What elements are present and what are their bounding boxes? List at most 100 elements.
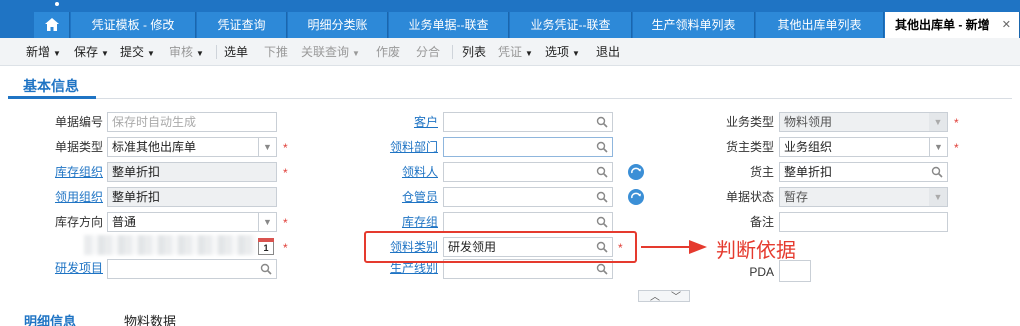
- pick-dept-field[interactable]: [443, 137, 613, 157]
- customer-field[interactable]: [443, 112, 613, 132]
- customer-link[interactable]: 客户: [360, 112, 438, 132]
- tab-biz-doc-query[interactable]: 业务单据--联查: [389, 12, 509, 38]
- stock-org-field: 整单折扣: [107, 162, 277, 182]
- search-icon[interactable]: [260, 263, 272, 275]
- owner-label: 货主: [749, 165, 774, 179]
- collapse-controls: ︿ ﹀: [638, 288, 690, 303]
- calendar-icon[interactable]: 1: [258, 238, 274, 255]
- pda-label: PDA: [749, 265, 774, 279]
- annotation-text: 判断依据: [716, 238, 796, 262]
- home-icon: [44, 18, 59, 31]
- chevron-down-icon[interactable]: ﹀: [671, 288, 681, 303]
- chevron-down-icon[interactable]: ▼: [929, 138, 947, 156]
- tab-home[interactable]: [34, 12, 70, 38]
- push-button[interactable]: 下推: [264, 38, 288, 66]
- submit-button[interactable]: 提交 ▼: [120, 38, 155, 66]
- refresh-icon[interactable]: [628, 164, 644, 180]
- caret-down-icon: ▼: [53, 49, 61, 58]
- chevron-down-icon[interactable]: ▼: [258, 138, 276, 156]
- void-button[interactable]: 作废: [376, 38, 400, 66]
- audit-button[interactable]: 审核 ▼: [169, 38, 204, 66]
- doc-no-field[interactable]: 保存时自动生成: [107, 112, 277, 132]
- search-icon[interactable]: [596, 191, 608, 203]
- toolbar-separator: [452, 45, 453, 59]
- search-icon[interactable]: [596, 216, 608, 228]
- new-button[interactable]: 新增 ▼: [26, 38, 61, 66]
- tab-other-outbound-list[interactable]: 其他出库单列表: [756, 12, 884, 38]
- stock-org-link[interactable]: 库存组织: [20, 162, 103, 182]
- doc-no-label: 单据编号: [54, 115, 103, 129]
- tab-detail-ledger[interactable]: 明细分类账: [288, 12, 388, 38]
- tab-voucher-template[interactable]: 凭证模板 - 修改: [71, 12, 196, 38]
- search-icon[interactable]: [596, 263, 608, 275]
- keeper-field[interactable]: [443, 187, 613, 207]
- exit-button[interactable]: 退出: [596, 38, 620, 66]
- refresh-icon[interactable]: [628, 189, 644, 205]
- select-doc-button[interactable]: 选单: [224, 38, 248, 66]
- chevron-down-icon: ▼: [929, 113, 947, 131]
- arrow-icon: [641, 240, 707, 254]
- section-title[interactable]: 基本信息: [23, 76, 79, 96]
- rd-project-link[interactable]: 研发项目: [20, 258, 103, 278]
- use-org-link[interactable]: 领用组织: [20, 187, 103, 207]
- tab-material-data[interactable]: 物料数据: [124, 311, 176, 326]
- biz-type-label: 业务类型: [725, 115, 774, 129]
- link-query-button[interactable]: 关联查询 ▼: [301, 38, 360, 66]
- close-icon[interactable]: ✕: [1002, 12, 1011, 38]
- picker-link[interactable]: 领料人: [360, 162, 438, 182]
- search-icon[interactable]: [596, 141, 608, 153]
- tab-detail-info[interactable]: 明细信息: [24, 311, 76, 326]
- options-button[interactable]: 选项 ▼: [545, 38, 580, 66]
- search-icon[interactable]: [931, 166, 943, 178]
- picker-field[interactable]: [443, 162, 613, 182]
- redacted-date-field: [84, 235, 256, 255]
- stock-direction-label: 库存方向: [54, 215, 103, 229]
- owner-type-select[interactable]: 业务组织 ▼: [779, 137, 948, 157]
- caret-down-icon: ▼: [196, 49, 204, 58]
- section-active-underline: [8, 96, 96, 99]
- chevron-down-icon[interactable]: ▼: [258, 213, 276, 231]
- required-mark: *: [954, 141, 959, 155]
- stock-direction-select[interactable]: 普通 ▼: [107, 212, 277, 232]
- required-mark: *: [954, 116, 959, 130]
- required-mark: *: [283, 166, 288, 180]
- chevron-up-icon[interactable]: ︿: [650, 288, 660, 303]
- required-mark: *: [283, 216, 288, 230]
- caret-down-icon: ▼: [101, 49, 109, 58]
- caret-down-icon: ▼: [147, 49, 155, 58]
- tab-bar: 凭证模板 - 修改 凭证查询 明细分类账 业务单据--联查 业务凭证--联查 生…: [0, 0, 1020, 38]
- keeper-link[interactable]: 仓管员: [360, 187, 438, 207]
- biz-type-select: 物料领用 ▼: [779, 112, 948, 132]
- stock-group-field[interactable]: [443, 212, 613, 232]
- date-picker[interactable]: 1: [256, 237, 277, 257]
- doc-type-label: 单据类型: [54, 140, 103, 154]
- section-divider: [8, 98, 1012, 99]
- pda-field[interactable]: [779, 260, 811, 282]
- rd-project-field[interactable]: [107, 259, 277, 279]
- toolbar-separator: [216, 45, 217, 59]
- tab-other-outbound-new[interactable]: 其他出库单 - 新增 ✕: [885, 12, 1020, 38]
- caret-down-icon: ▼: [352, 49, 360, 58]
- doc-type-select[interactable]: 标准其他出库单 ▼: [107, 137, 277, 157]
- required-mark: *: [283, 141, 288, 155]
- save-button[interactable]: 保存 ▼: [74, 38, 109, 66]
- owner-field[interactable]: 整单折扣: [779, 162, 948, 182]
- list-button[interactable]: 列表: [462, 38, 486, 66]
- chevron-down-icon: ▼: [929, 188, 947, 206]
- highlight-box: [364, 231, 637, 263]
- search-icon[interactable]: [596, 166, 608, 178]
- tab-production-pick-list[interactable]: 生产领料单列表: [633, 12, 755, 38]
- remark-field[interactable]: [779, 212, 948, 232]
- stock-group-link[interactable]: 库存组: [360, 212, 438, 232]
- owner-type-label: 货主类型: [725, 140, 774, 154]
- caret-down-icon: ▼: [525, 49, 533, 58]
- voucher-button[interactable]: 凭证 ▼: [498, 38, 533, 66]
- pick-dept-link[interactable]: 领料部门: [360, 137, 438, 157]
- tab-voucher-query[interactable]: 凭证查询: [197, 12, 287, 38]
- caret-down-icon: ▼: [572, 49, 580, 58]
- required-mark: *: [283, 241, 288, 255]
- search-icon[interactable]: [596, 116, 608, 128]
- merge-button[interactable]: 分合: [416, 38, 440, 66]
- tab-biz-voucher-query[interactable]: 业务凭证--联查: [510, 12, 632, 38]
- toolbar: 新增 ▼ 保存 ▼ 提交 ▼ 审核 ▼ 选单 下推 关联查询 ▼ 作废 分合 列表 凭证 ▼…: [0, 38, 1020, 66]
